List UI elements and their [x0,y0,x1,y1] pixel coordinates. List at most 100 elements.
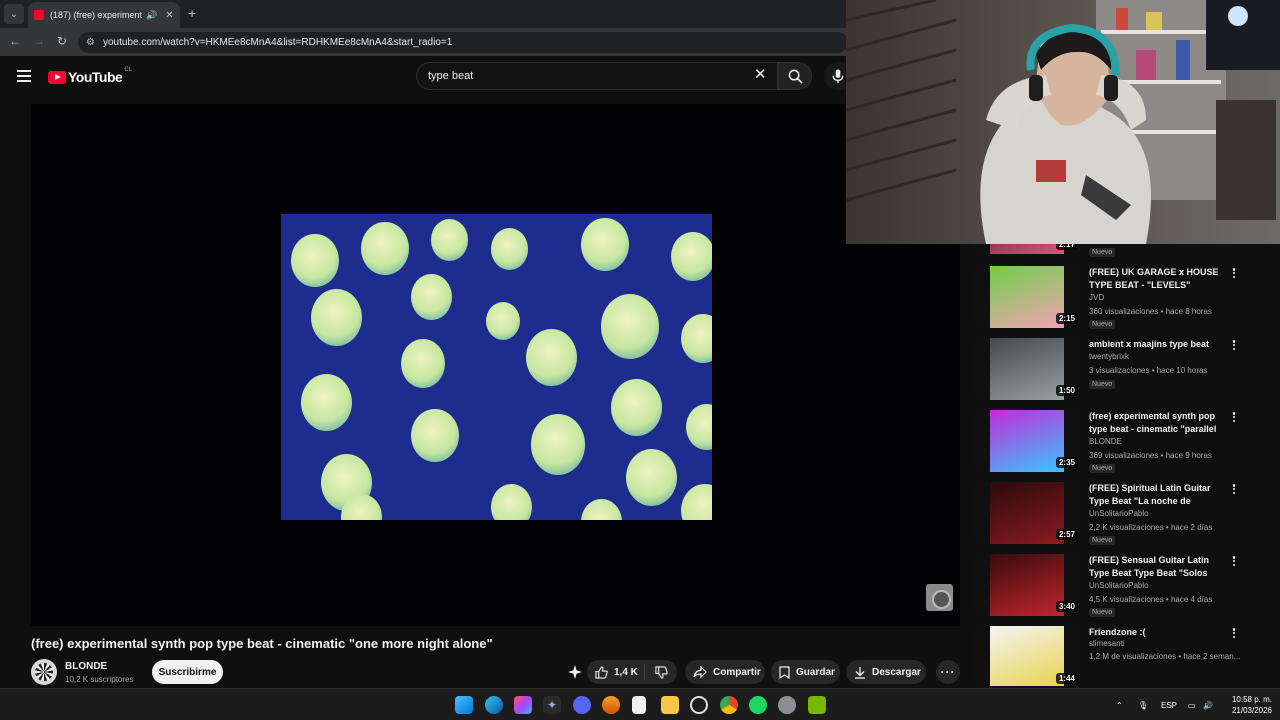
like-dislike-group: 1,4 K [587,660,677,684]
copilot-icon[interactable] [514,696,532,714]
youtube-logo[interactable]: YouTube CL [48,67,132,85]
bokeh-light [486,302,520,340]
autoplay-thumbnail[interactable] [926,584,953,611]
country-code: CL [124,67,132,73]
speaker-icon[interactable]: 🔊 [146,10,157,21]
recommendation-channel[interactable]: slimesanti [1089,639,1125,648]
recommendation-title[interactable]: (FREE) Sensual Guitar Latin Type Beat Ty… [1089,554,1223,580]
channel-name[interactable]: BLONDE [65,661,107,672]
edge-icon[interactable] [485,696,503,714]
clock[interactable]: 10:58 p. m. 21/03/2026 [1222,694,1272,716]
recommendation-channel[interactable]: UnSolitarioPablo [1089,581,1149,590]
video-thumbnail[interactable]: 1:50 [972,338,1082,400]
more-actions-icon[interactable]: ··· [936,660,960,684]
spotify-icon[interactable] [749,696,767,714]
recommendation-item[interactable]: 2:57 (FREE) Spiritual Latin Guitar Type B… [970,480,1250,546]
notepad-icon[interactable] [632,696,646,714]
webcam-feed-image [846,0,1280,244]
recommendation-meta: 369 visualizaciones • hace 9 horas [1089,451,1212,460]
search-button[interactable] [778,62,812,90]
video-thumbnail[interactable]: 2:15 [972,266,1082,328]
tray-mic-icon[interactable]: 🎙 [1138,701,1148,710]
language-indicator[interactable]: ESP [1161,701,1177,710]
video-title: (free) experimental synth pop type beat … [31,636,493,651]
download-button[interactable]: Descargar [846,660,926,684]
tray-chevron-icon[interactable]: ⌃ [1116,701,1123,710]
like-button[interactable]: 1,4 K [587,664,645,680]
bokeh-light [301,374,352,431]
thumbnail-art [989,554,1065,616]
chrome-icon[interactable] [720,696,738,714]
forward-icon[interactable]: → [33,34,45,48]
tab-search-icon[interactable]: ⌄ [4,4,24,24]
search-input[interactable]: type beat [416,62,778,90]
recommendation-channel[interactable]: twentybrixk [1089,352,1129,361]
recommendation-channel[interactable]: JVD [1089,293,1104,302]
windows-taskbar: ✦ ⌃ 🎙 ESP ▭ 🔊 10:58 p. m. 21/03/2026 [0,688,1280,720]
bokeh-light [581,218,629,272]
new-tab-button[interactable]: + [188,5,196,21]
recommendation-title[interactable]: (FREE) UK GARAGE x HOUSE TYPE BEAT - "LE… [1089,266,1223,292]
recommendation-meta: 1,2 M de visualizaciones • hace 2 seman.… [1089,652,1241,661]
bokeh-light [686,404,712,450]
menu-icon[interactable] [17,70,31,82]
clock-time: 10:58 p. m. [1231,695,1272,704]
close-tab-icon[interactable]: ✕ [165,10,173,21]
recommendation-title[interactable]: ambient x maajins type beat [1089,338,1223,351]
tab-youtube[interactable]: (187) (free) experimental sy 🔊 ✕ [28,2,180,28]
recommendation-channel[interactable]: BLONDE [1089,437,1122,446]
subscribe-button[interactable]: Suscribirme [152,660,223,684]
youtube-play-icon [48,70,66,84]
app-icon[interactable]: ✦ [543,696,561,714]
ask-ai-button[interactable] [565,660,585,684]
back-icon[interactable]: ← [9,34,21,48]
more-options-icon[interactable] [1229,482,1239,496]
dislike-button[interactable] [645,665,677,679]
video-player[interactable] [31,104,960,626]
more-options-icon[interactable] [1229,626,1239,640]
recommendation-item[interactable]: 2:35 (free) experimental synth pop type b… [970,408,1250,474]
more-options-icon[interactable] [1229,338,1239,352]
channel-avatar[interactable] [31,659,57,685]
recommendation-item[interactable]: 3:40 (FREE) Sensual Guitar Latin Type Bea… [970,552,1250,618]
reload-icon[interactable]: ↻ [57,34,67,48]
network-icon[interactable]: ▭ [1188,701,1196,710]
video-frame [281,214,712,520]
recommendation-item[interactable]: 1:44 Friendzone :(slimesanti 1,2 M de visu… [970,624,1250,686]
fl-studio-icon[interactable] [602,696,620,714]
bookmark-icon [779,665,790,679]
save-button[interactable]: Guardar [771,660,840,684]
new-badge: Nuevo [1089,464,1116,473]
more-options-icon[interactable] [1229,410,1239,424]
clear-search-icon[interactable]: ✕ [754,67,767,83]
address-bar[interactable]: ⚙ youtube.com/watch?v=HKMEe8cMnA4&list=R… [78,32,848,53]
recommendation-title[interactable]: Friendzone :( [1089,626,1223,639]
site-info-icon[interactable]: ⚙ [86,37,95,48]
webcam-overlay [846,0,1280,244]
video-thumbnail[interactable]: 1:44 [972,626,1082,686]
start-icon[interactable] [455,696,473,714]
new-badge: Nuevo [1089,248,1116,257]
recommendation-meta: 4,5 K visualizaciones • hace 4 días [1089,595,1213,604]
recommendation-item[interactable]: 1:50 ambient x maajins type beat twentybri… [970,336,1250,402]
discord-icon[interactable] [573,696,591,714]
nvidia-icon[interactable] [808,696,826,714]
more-options-icon[interactable] [1229,266,1239,280]
bokeh-light [681,314,712,364]
search-value: type beat [428,70,474,82]
video-thumbnail[interactable]: 2:35 [972,410,1082,472]
file-explorer-icon[interactable] [661,696,679,714]
recommendation-title[interactable]: (free) experimental synth pop type beat … [1089,410,1223,436]
settings-icon[interactable] [778,696,796,714]
video-thumbnail[interactable]: 2:57 [972,482,1082,544]
more-options-icon[interactable] [1229,554,1239,568]
clock-date: 21/03/2026 [1231,706,1272,715]
video-thumbnail[interactable]: 3:40 [972,554,1082,616]
volume-icon[interactable]: 🔊 [1203,701,1213,710]
obs-icon[interactable] [690,696,708,714]
recommendation-item[interactable]: 2:15 (FREE) UK GARAGE x HOUSE TYPE BEAT -… [970,264,1250,330]
share-button[interactable]: Compartir [685,660,765,684]
recommendation-title[interactable]: (FREE) Spiritual Latin Guitar Type Beat … [1089,482,1223,508]
new-badge: Nuevo [1089,320,1116,329]
recommendation-channel[interactable]: UnSolitarioPablo [1089,509,1149,518]
